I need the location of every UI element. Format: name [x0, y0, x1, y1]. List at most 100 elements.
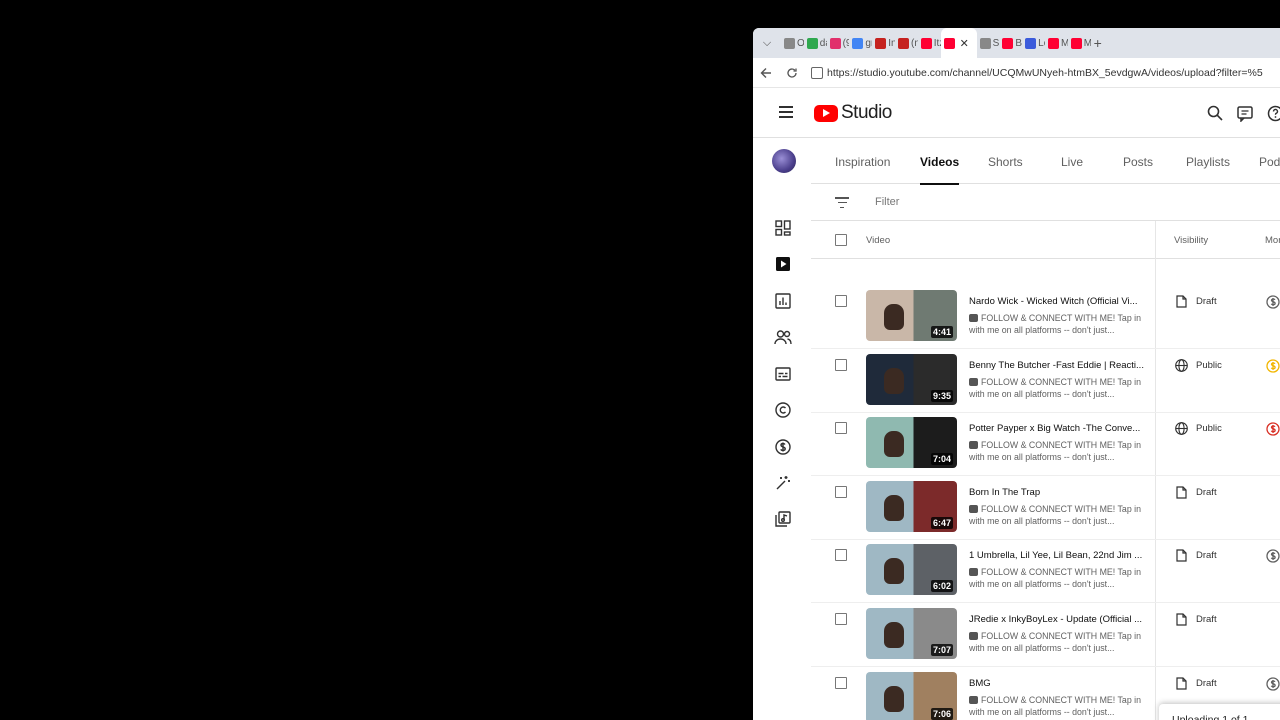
browser-tab[interactable]: Bk — [999, 28, 1022, 58]
tab-search-chevron-icon[interactable]: ⌵ — [753, 28, 781, 58]
customization-icon[interactable] — [774, 474, 792, 492]
monetization-icon[interactable] — [1266, 676, 1280, 691]
menu-icon[interactable] — [779, 106, 793, 118]
row-checkbox[interactable] — [835, 295, 847, 307]
subtitles-icon[interactable] — [774, 365, 792, 383]
row-checkbox[interactable] — [835, 358, 847, 371]
video-row[interactable]: 7:07 JRedie x InkyBoyLex - Update (Offici… — [811, 603, 1280, 667]
visibility-status[interactable]: Draft — [1175, 295, 1217, 308]
video-description: FOLLOW & CONNECT WITH ME! Tap in with me … — [969, 439, 1145, 463]
channel-avatar[interactable] — [772, 149, 796, 173]
favicon-icon — [979, 37, 991, 49]
browser-tab[interactable]: Oz — [781, 28, 804, 58]
browser-tab-label: Itz — [933, 37, 941, 49]
youtube-logo-icon — [814, 104, 838, 122]
draft-doc-icon — [1175, 676, 1188, 690]
browser-tab[interactable]: Ma — [1045, 28, 1068, 58]
video-thumbnail[interactable]: 4:41 — [866, 290, 957, 341]
visibility-status[interactable]: Public — [1175, 422, 1222, 436]
visibility-status[interactable]: Draft — [1175, 613, 1217, 626]
browser-tab[interactable]: Lo — [1022, 28, 1045, 58]
tab-inspiration[interactable]: Inspiration — [835, 139, 890, 184]
video-row[interactable]: 6:02 1 Umbrella, Lil Yee, Lil Bean, 22nd … — [811, 539, 1280, 604]
url-field[interactable]: https://studio.youtube.com/channel/UCQMw… — [827, 67, 1263, 79]
row-checkbox[interactable] — [835, 676, 847, 689]
video-title[interactable]: Born In The Trap — [969, 487, 1145, 498]
visibility-status[interactable]: Draft — [1175, 676, 1217, 690]
video-row[interactable]: 6:47 Born In The Trap FOLLOW & CONNECT WIT… — [811, 476, 1280, 540]
video-thumbnail[interactable]: 6:47 — [866, 480, 957, 532]
earn-icon[interactable] — [774, 438, 792, 456]
sidebar — [753, 139, 811, 720]
video-thumbnail[interactable]: 7:04 — [866, 417, 957, 469]
camera-emoji-icon — [969, 377, 978, 386]
filter-icon[interactable] — [835, 197, 849, 208]
browser-tab[interactable]: (nc — [895, 28, 918, 58]
video-duration: 7:06 — [930, 707, 953, 720]
visibility-status[interactable]: Draft — [1175, 549, 1217, 562]
favicon-icon — [1025, 37, 1037, 49]
video-title[interactable]: JRedie x InkyBoyLex - Update (Official .… — [969, 614, 1145, 625]
row-checkbox[interactable] — [835, 549, 847, 562]
close-tab-icon[interactable]: ✕ — [960, 37, 969, 50]
reload-icon[interactable] — [779, 58, 805, 88]
community-icon[interactable] — [774, 328, 792, 346]
browser-tab[interactable]: SC — [977, 28, 999, 58]
dashboard-icon[interactable] — [774, 219, 792, 237]
video-title[interactable]: Potter Payper x Big Watch -The Conve... — [969, 423, 1145, 434]
favicon-icon — [806, 37, 818, 49]
tab-posts[interactable]: Posts — [1123, 139, 1153, 184]
help-icon[interactable] — [1266, 104, 1280, 122]
tab-live[interactable]: Live — [1061, 139, 1083, 184]
video-title[interactable]: BMG — [969, 678, 1145, 689]
column-monetization[interactable]: Mor — [1265, 235, 1280, 246]
select-all-checkbox[interactable] — [835, 234, 847, 246]
row-checkbox[interactable] — [835, 422, 847, 435]
video-thumbnail[interactable]: 7:06 — [866, 671, 957, 720]
column-visibility[interactable]: Visibility — [1174, 235, 1208, 246]
visibility-status[interactable]: Public — [1175, 358, 1222, 372]
analytics-icon[interactable] — [774, 292, 792, 310]
video-title[interactable]: 1 Umbrella, Lil Yee, Lil Bean, 22nd Jim … — [969, 550, 1145, 561]
row-checkbox[interactable] — [835, 485, 847, 498]
tab-videos[interactable]: Videos — [920, 139, 960, 185]
video-title[interactable]: Benny The Butcher -Fast Eddie | Reacti..… — [969, 360, 1145, 371]
upload-progress-toast[interactable]: Uploading 1 of 1 — [1159, 704, 1280, 720]
video-description: FOLLOW & CONNECT WITH ME! Tap in with me … — [969, 376, 1145, 400]
monetization-icon[interactable] — [1266, 422, 1280, 436]
browser-tab-active[interactable]: ✕ — [940, 28, 977, 58]
video-thumbnail[interactable]: 6:02 — [866, 544, 957, 596]
video-row[interactable]: 7:04 Potter Payper x Big Watch -The Conve… — [811, 412, 1280, 477]
tab-playlists[interactable]: Playlists — [1186, 139, 1230, 184]
youtube-studio-logo[interactable]: Studio — [814, 102, 892, 124]
copyright-icon[interactable] — [774, 401, 792, 419]
monetization-icon[interactable] — [1266, 549, 1280, 564]
video-row[interactable]: 4:41 Nardo Wick - Wicked Witch (Official … — [811, 285, 1280, 349]
video-row[interactable]: 9:35 Benny The Butcher -Fast Eddie | Reac… — [811, 349, 1280, 413]
new-tab-icon[interactable]: + — [1091, 28, 1114, 58]
monetization-icon[interactable] — [1266, 295, 1280, 309]
video-thumbnail[interactable]: 9:35 — [866, 353, 957, 405]
filter-input[interactable]: Filter — [875, 196, 899, 208]
browser-tab[interactable]: Mc — [1068, 28, 1091, 58]
tab-shorts[interactable]: Shorts — [988, 139, 1023, 184]
thumbnail-person — [884, 685, 904, 712]
content-icon[interactable] — [774, 255, 792, 273]
browser-tab[interactable]: Int — [872, 28, 895, 58]
visibility-status[interactable]: Draft — [1175, 486, 1217, 499]
browser-tab[interactable]: (9) — [827, 28, 849, 58]
row-checkbox[interactable] — [835, 613, 847, 625]
back-arrow-icon[interactable] — [753, 58, 779, 88]
site-info-icon[interactable] — [811, 66, 823, 79]
audio-library-icon[interactable] — [774, 510, 792, 528]
column-video[interactable]: Video — [866, 235, 890, 246]
browser-tab[interactable]: da — [804, 28, 827, 58]
video-thumbnail[interactable]: 7:07 — [866, 608, 957, 659]
tab-podcasts[interactable]: Pod — [1259, 139, 1280, 184]
create-icon[interactable] — [1236, 104, 1254, 122]
video-title[interactable]: Nardo Wick - Wicked Witch (Official Vi..… — [969, 296, 1145, 307]
search-icon[interactable] — [1206, 104, 1224, 122]
monetization-icon[interactable] — [1266, 358, 1280, 373]
browser-tab[interactable]: gn — [849, 28, 872, 58]
browser-tab[interactable]: Itz — [918, 28, 941, 58]
